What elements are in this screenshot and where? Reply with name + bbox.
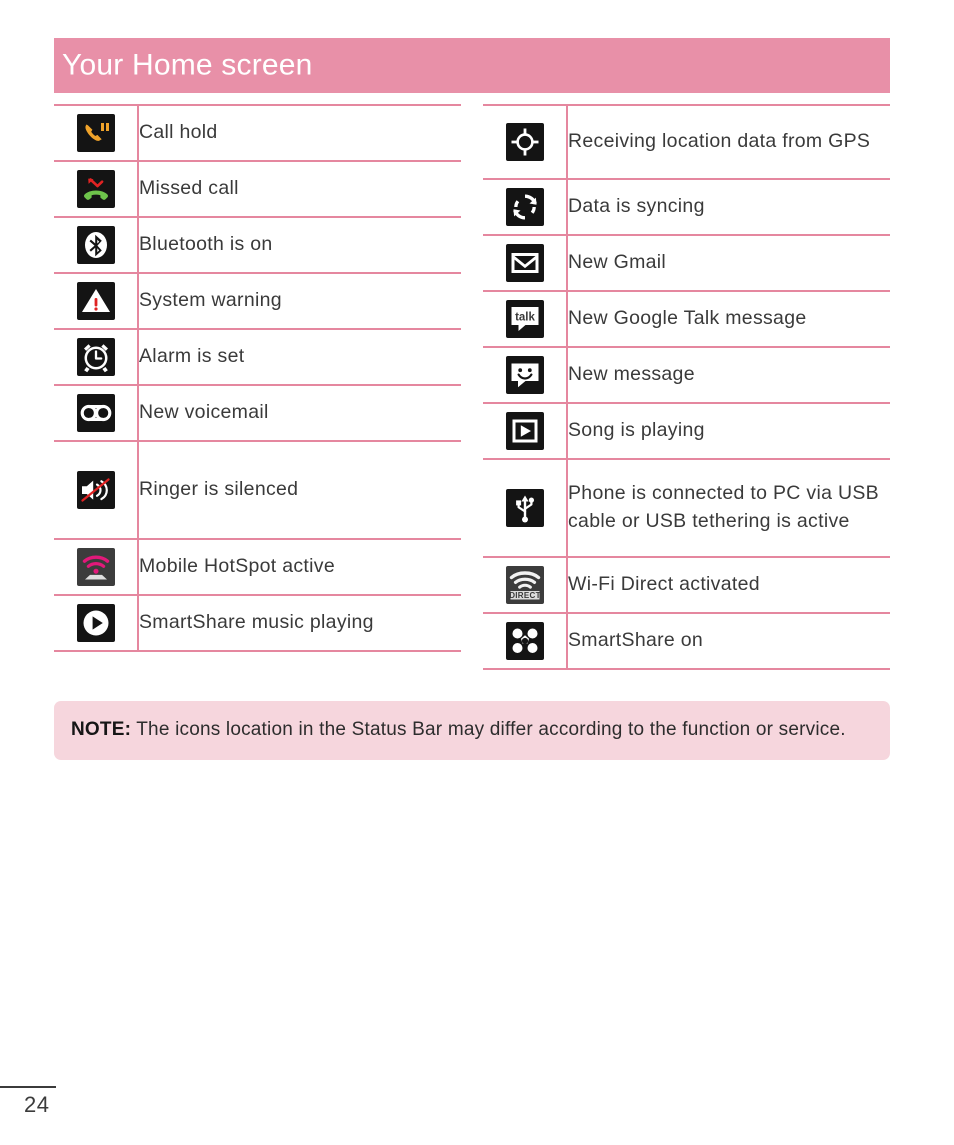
table-row: New message	[483, 347, 890, 403]
smartshare-play-icon	[76, 604, 115, 642]
icon-cell	[54, 441, 139, 539]
icon-cell: talk	[483, 291, 568, 347]
table-row: System warning	[54, 273, 461, 329]
row-label: Call hold	[139, 121, 218, 144]
row-label: New Gmail	[568, 251, 667, 274]
table-row: Alarm is set	[54, 329, 461, 385]
row-label: Wi-Fi Direct activated	[568, 573, 760, 596]
page-title: Your Home screen	[62, 47, 313, 81]
wifi-direct-icon: DIRECT	[505, 566, 544, 604]
icon-cell	[54, 105, 139, 161]
status-icon-table-left: Call hold Missed call Bluetooth is on Sy…	[54, 104, 461, 652]
row-label: New Google Talk message	[568, 307, 807, 330]
row-label: Alarm is set	[139, 345, 245, 368]
svg-text:talk: talk	[515, 311, 535, 323]
icon-cell	[483, 459, 568, 557]
table-row: Call hold	[54, 105, 461, 161]
row-label: SmartShare on	[568, 629, 704, 652]
icon-cell	[483, 179, 568, 235]
voicemail-icon	[76, 394, 115, 432]
row-label: Receiving location data from GPS	[568, 130, 871, 153]
row-label: Data is syncing	[568, 195, 705, 218]
gps-location-icon	[505, 123, 544, 161]
status-icon-table-right: Receiving location data from GPS Data is…	[483, 104, 890, 670]
table-row: Song is playing	[483, 403, 890, 459]
icon-cell	[54, 217, 139, 273]
row-label: Ringer is silenced	[139, 478, 299, 501]
table-row: Phone is connected to PC via USB cable o…	[483, 459, 890, 557]
ringer-silenced-icon	[76, 471, 115, 509]
row-label: Missed call	[139, 177, 239, 200]
system-warning-icon	[76, 282, 115, 320]
svg-text:DIRECT: DIRECT	[509, 591, 541, 600]
row-label: Song is playing	[568, 419, 705, 442]
note-callout: NOTE: The icons location in the Status B…	[54, 701, 890, 761]
call-hold-icon	[76, 114, 115, 152]
sync-icon	[505, 188, 544, 226]
table-row: New Gmail	[483, 235, 890, 291]
row-label: System warning	[139, 289, 282, 312]
table-row: New voicemail	[54, 385, 461, 441]
row-label: Bluetooth is on	[139, 233, 273, 256]
song-playing-icon	[505, 412, 544, 450]
table-row: Mobile HotSpot active	[54, 539, 461, 595]
icon-cell	[54, 385, 139, 441]
table-row: talk New Google Talk message	[483, 291, 890, 347]
icon-cell	[54, 539, 139, 595]
row-label: New voicemail	[139, 401, 269, 424]
table-row: Bluetooth is on	[54, 217, 461, 273]
new-message-icon	[505, 356, 544, 394]
bluetooth-icon	[76, 226, 115, 264]
alarm-clock-icon	[76, 338, 115, 376]
icon-cell	[54, 161, 139, 217]
icon-cell	[54, 329, 139, 385]
missed-call-icon	[76, 170, 115, 208]
icon-cell	[54, 273, 139, 329]
table-row: SmartShare on	[483, 613, 890, 669]
footer-divider	[0, 1086, 56, 1088]
note-text: The icons location in the Status Bar may…	[136, 719, 846, 740]
gmail-icon	[505, 244, 544, 282]
icon-cell	[483, 403, 568, 459]
note-label: NOTE:	[71, 719, 132, 740]
table-row: Missed call	[54, 161, 461, 217]
icon-cell	[54, 595, 139, 651]
row-label: SmartShare music playing	[139, 611, 374, 634]
table-row: DIRECT Wi-Fi Direct activated	[483, 557, 890, 613]
usb-icon	[505, 489, 544, 527]
table-row: SmartShare music playing	[54, 595, 461, 651]
row-label: Phone is connected to PC via USB cable o…	[568, 482, 879, 532]
row-label: New message	[568, 363, 695, 386]
row-label: Mobile HotSpot active	[139, 555, 335, 578]
table-row: Ringer is silenced	[54, 441, 461, 539]
table-row: Data is syncing	[483, 179, 890, 235]
mobile-hotspot-icon	[76, 548, 115, 586]
google-talk-icon: talk	[505, 300, 544, 338]
icon-cell	[483, 105, 568, 179]
page-number: 24	[24, 1092, 50, 1117]
table-row: Receiving location data from GPS	[483, 105, 890, 179]
page-header-banner: Your Home screen	[54, 38, 890, 93]
smartshare-on-icon	[505, 622, 544, 660]
icon-cell	[483, 347, 568, 403]
icon-cell	[483, 613, 568, 669]
icon-cell	[483, 235, 568, 291]
icon-cell: DIRECT	[483, 557, 568, 613]
